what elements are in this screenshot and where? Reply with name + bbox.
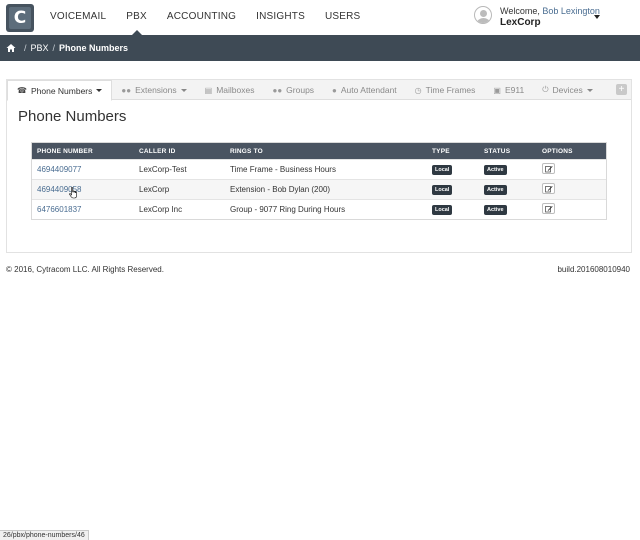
- phone-number-link[interactable]: 4694409077: [37, 165, 82, 174]
- breadcrumb-separator: /: [24, 43, 27, 53]
- edit-button[interactable]: [542, 183, 555, 194]
- tab-mailboxes[interactable]: ▤ Mailboxes: [196, 80, 264, 100]
- tab-label: Mailboxes: [216, 85, 255, 95]
- type-badge: Local: [432, 165, 453, 175]
- breadcrumb-phone-numbers: Phone Numbers: [59, 43, 129, 53]
- column-header: TYPE: [432, 147, 450, 155]
- column-header: RINGS TO: [230, 147, 263, 155]
- user-menu[interactable]: Welcome, Bob Lexington LexCorp: [470, 4, 610, 30]
- build-version: build.201608010940: [557, 265, 630, 274]
- tab-label: Groups: [286, 85, 315, 95]
- users-icon: ●●: [121, 85, 132, 95]
- column-header: STATUS: [484, 147, 511, 155]
- tab-groups[interactable]: ●● Groups: [264, 80, 324, 100]
- tab-label: Auto Attendant: [340, 85, 397, 95]
- caller-id: LexCorp: [139, 185, 170, 194]
- nav-item-voicemail[interactable]: VOICEMAIL: [40, 0, 116, 35]
- type-badge: Local: [432, 185, 453, 195]
- tab-label: E911: [504, 85, 525, 95]
- copyright-text: © 2016, Cytracom LLC. All Rights Reserve…: [6, 265, 164, 274]
- status-badge: Active: [484, 165, 507, 175]
- chevron-down-icon: [586, 88, 593, 92]
- welcome-text: Welcome, Bob Lexington: [500, 6, 600, 16]
- edit-icon: [545, 166, 553, 173]
- rings-to: Time Frame - Business Hours: [230, 165, 336, 174]
- tab-devices[interactable]: ⏻ Devices: [533, 80, 602, 100]
- tab-label: Extensions: [135, 85, 177, 95]
- table-header: PHONE NUMBER CALLER ID RINGS TO TYPE STA…: [32, 143, 606, 159]
- tab-label: Devices: [552, 85, 583, 95]
- column-header: OPTIONS: [542, 147, 573, 155]
- column-header: CALLER ID: [139, 147, 176, 155]
- tab-label: Time Frames: [425, 85, 476, 95]
- main-nav: VOICEMAIL PBX ACCOUNTING INSIGHTS USERS: [40, 0, 370, 35]
- caller-id: LexCorp Inc: [139, 205, 183, 214]
- nav-item-pbx[interactable]: PBX: [116, 0, 157, 35]
- hand-cursor-icon: [69, 187, 77, 199]
- rings-to: Extension - Bob Dylan (200): [230, 185, 331, 194]
- user-avatar-icon: [474, 6, 492, 24]
- tab-e911[interactable]: ▣ E911: [484, 80, 533, 100]
- nav-item-insights[interactable]: INSIGHTS: [246, 0, 315, 35]
- nav-item-users[interactable]: USERS: [315, 0, 370, 35]
- breadcrumb-separator: /: [52, 43, 56, 53]
- tab-auto-attendant[interactable]: ● Auto Attendant: [323, 80, 406, 100]
- tab-bar: ☎ Phone Numbers ●● Extensions ▤ Mailboxe…: [7, 80, 631, 101]
- company-name: LexCorp: [500, 17, 541, 28]
- edit-icon: [545, 186, 553, 193]
- app-logo[interactable]: C: [6, 4, 34, 32]
- user-icon: ●: [332, 85, 337, 95]
- clock-icon: ◷: [414, 85, 422, 95]
- tab-extensions[interactable]: ●● Extensions: [112, 80, 195, 100]
- breadcrumb: / PBX / Phone Numbers: [0, 35, 640, 61]
- emergency-icon: ▣: [493, 85, 501, 95]
- breadcrumb-pbx[interactable]: PBX: [31, 43, 49, 53]
- nav-item-accounting[interactable]: ACCOUNTING: [157, 0, 246, 35]
- phone-numbers-table: PHONE NUMBER CALLER ID RINGS TO TYPE STA…: [31, 142, 607, 220]
- chevron-down-icon: [180, 88, 187, 92]
- user-name: Bob Lexington: [542, 6, 600, 16]
- logo-letter: C: [9, 7, 31, 29]
- status-badge: Active: [484, 205, 507, 215]
- top-navbar: C VOICEMAIL PBX ACCOUNTING INSIGHTS USER…: [0, 0, 640, 35]
- phone-icon: ☎: [17, 86, 27, 95]
- status-badge: Active: [484, 185, 507, 195]
- tab-time-frames[interactable]: ◷ Time Frames: [406, 80, 485, 100]
- rings-to: Group - 9077 Ring During Hours: [230, 205, 346, 214]
- welcome-prefix: Welcome,: [500, 6, 540, 16]
- type-badge: Local: [432, 205, 453, 215]
- group-icon: ●●: [272, 85, 283, 95]
- chevron-down-icon: [96, 89, 103, 92]
- caller-id: LexCorp-Test: [139, 165, 187, 174]
- table-row: 4694409077 LexCorp-Test Time Frame - Bus…: [32, 159, 606, 179]
- add-tab-icon[interactable]: +: [616, 84, 627, 95]
- phone-number-link[interactable]: 6476601837: [37, 205, 82, 214]
- browser-status-url: 26/pbx/phone-numbers/46: [0, 530, 89, 540]
- tab-phone-numbers[interactable]: ☎ Phone Numbers: [7, 80, 113, 101]
- inbox-icon: ▤: [204, 85, 213, 95]
- home-icon[interactable]: [6, 43, 16, 53]
- edit-button[interactable]: [542, 163, 555, 174]
- page-title: Phone Numbers: [18, 108, 127, 125]
- tab-label: Phone Numbers: [30, 85, 93, 96]
- edit-icon: [545, 206, 553, 213]
- main-panel: ☎ Phone Numbers ●● Extensions ▤ Mailboxe…: [6, 79, 632, 253]
- edit-button[interactable]: [542, 203, 555, 214]
- power-icon: ⏻: [542, 85, 549, 94]
- column-header: PHONE NUMBER: [37, 147, 93, 155]
- table-row: 4694409058 LexCorp Extension - Bob Dylan…: [32, 179, 606, 199]
- table-row: 6476601837 LexCorp Inc Group - 9077 Ring…: [32, 199, 606, 219]
- chevron-down-icon[interactable]: [594, 15, 600, 19]
